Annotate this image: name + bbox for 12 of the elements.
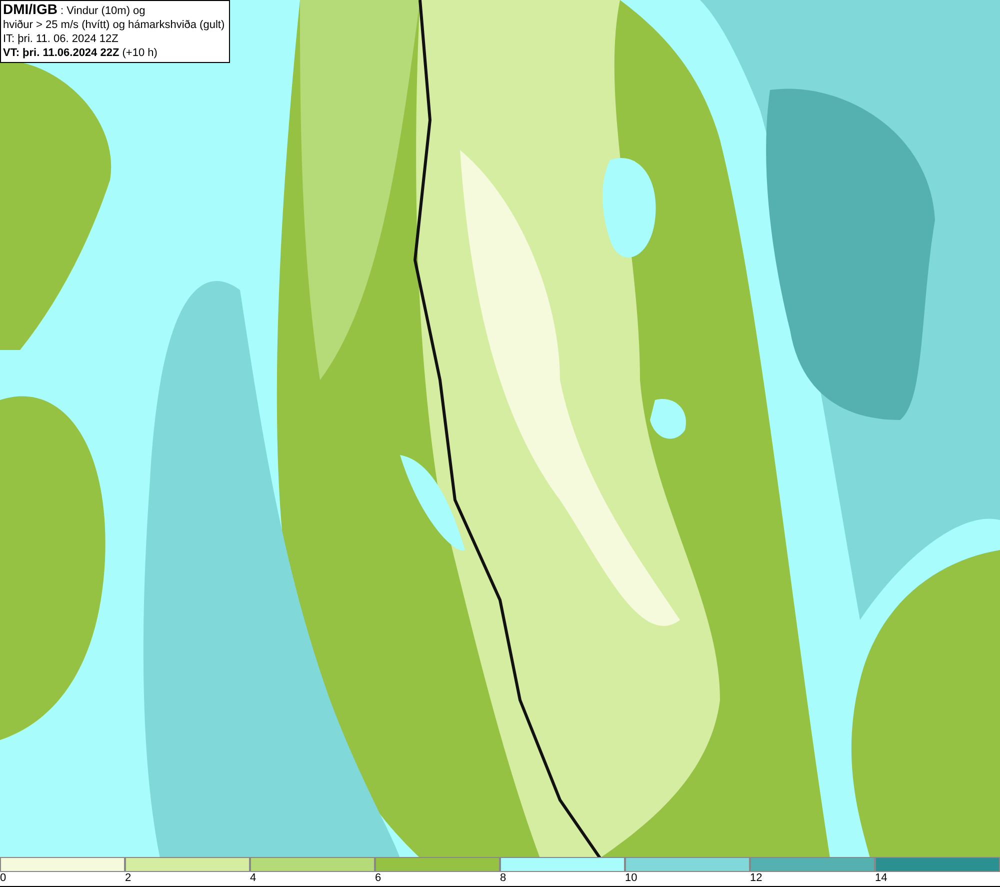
legend-tick: 4 bbox=[250, 872, 256, 886]
info-line: IT: þri. 11. 06. 2024 12Z bbox=[3, 32, 120, 46]
info-line: DMI/IGB : Vindur (10m) og bbox=[3, 2, 146, 18]
legend-tick: 8 bbox=[500, 872, 506, 886]
legend-tick: 6 bbox=[375, 872, 382, 886]
legend-tick: 12 bbox=[750, 872, 762, 886]
legend-tick: 14 bbox=[875, 872, 888, 886]
info-line: hviður > 25 m/s (hvítt) og hámarkshviða (gult) bbox=[3, 18, 225, 32]
info-line: VT: þri. 11.06.2024 22Z (+10 h) bbox=[3, 46, 158, 60]
legend-tick: 2 bbox=[125, 872, 132, 886]
legend-tick: 0 bbox=[0, 872, 6, 886]
legend-tick: 10 bbox=[625, 872, 638, 886]
